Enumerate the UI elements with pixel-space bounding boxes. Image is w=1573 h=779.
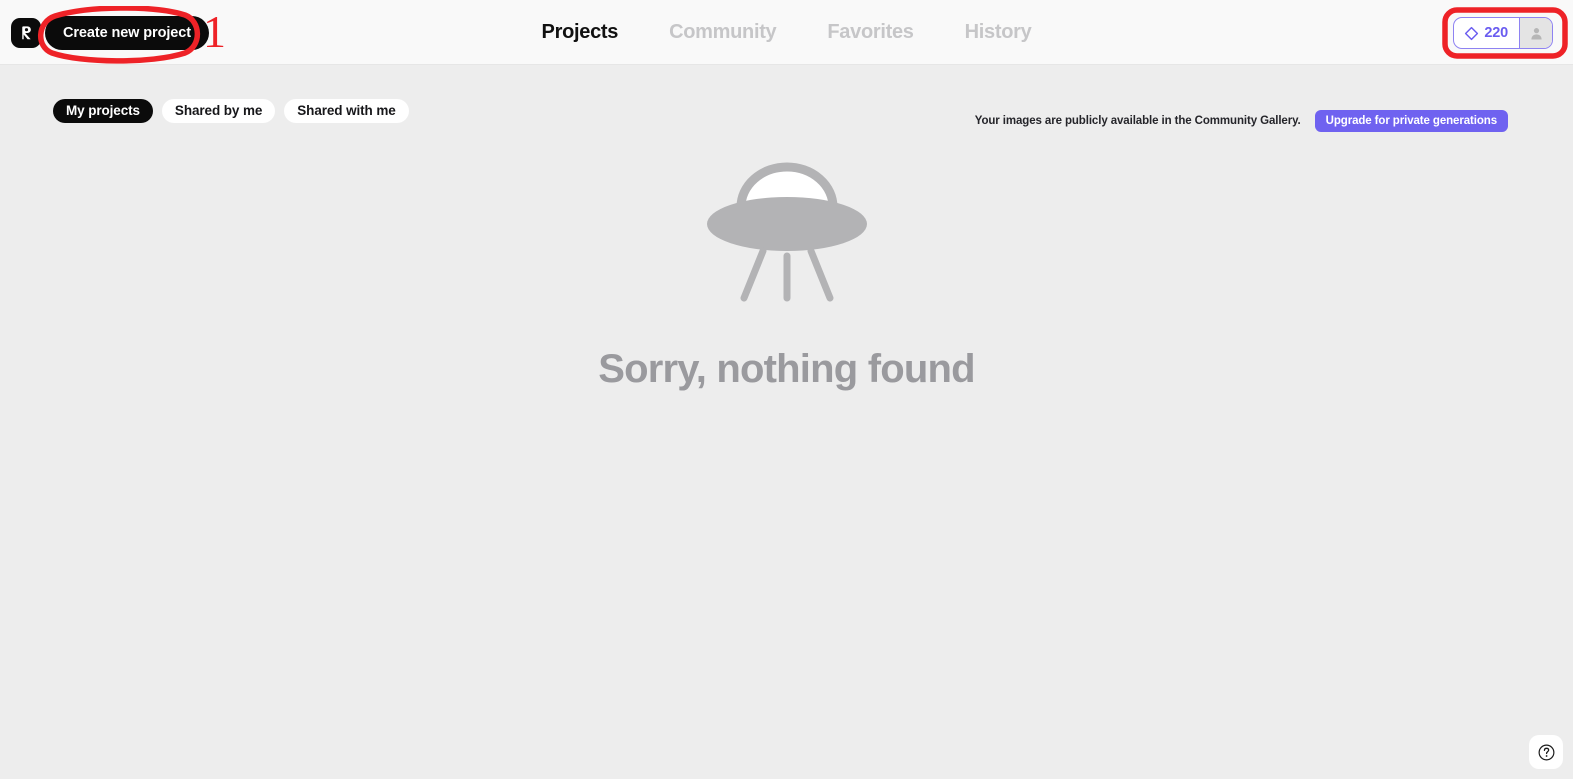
credits-amount: 220 — [1484, 25, 1508, 41]
app-logo[interactable] — [11, 18, 41, 48]
chip-my-projects[interactable]: My projects — [53, 99, 153, 123]
privacy-notice-text: Your images are publicly available in th… — [974, 115, 1301, 127]
recraft-logo-icon — [22, 26, 31, 40]
chip-shared-with-me[interactable]: Shared with me — [284, 99, 409, 123]
main-navigation: Projects Community Favorites History — [0, 0, 1573, 65]
nav-item-favorites[interactable]: Favorites — [827, 21, 914, 44]
upgrade-private-generations-button[interactable]: Upgrade for private generations — [1314, 110, 1508, 132]
create-new-project-button[interactable]: Create new project — [45, 16, 209, 50]
user-avatar-icon — [1530, 27, 1542, 40]
question-mark-circle-icon — [1538, 744, 1554, 760]
nav-item-history[interactable]: History — [965, 21, 1032, 44]
privacy-notice-row: Your images are publicly available in th… — [975, 110, 1508, 132]
ufo-icon — [706, 162, 867, 302]
empty-state: Sorry, nothing found — [0, 150, 1573, 392]
nav-item-projects[interactable]: Projects — [542, 21, 619, 44]
nav-item-community[interactable]: Community — [669, 21, 777, 44]
top-header-bar: Create new project Projects Community Fa… — [0, 0, 1573, 65]
credits-and-account-group: 220 — [1453, 17, 1553, 49]
account-avatar-button[interactable] — [1519, 18, 1552, 48]
help-button[interactable] — [1529, 735, 1563, 769]
diamond-credit-icon — [1465, 26, 1479, 40]
project-filter-chips: My projects Shared by me Shared with me — [53, 99, 409, 123]
app-root: Create new project Projects Community Fa… — [0, 0, 1573, 779]
empty-state-title: Sorry, nothing found — [598, 347, 975, 391]
credits-button[interactable]: 220 — [1454, 18, 1519, 48]
chip-shared-by-me[interactable]: Shared by me — [161, 99, 276, 123]
